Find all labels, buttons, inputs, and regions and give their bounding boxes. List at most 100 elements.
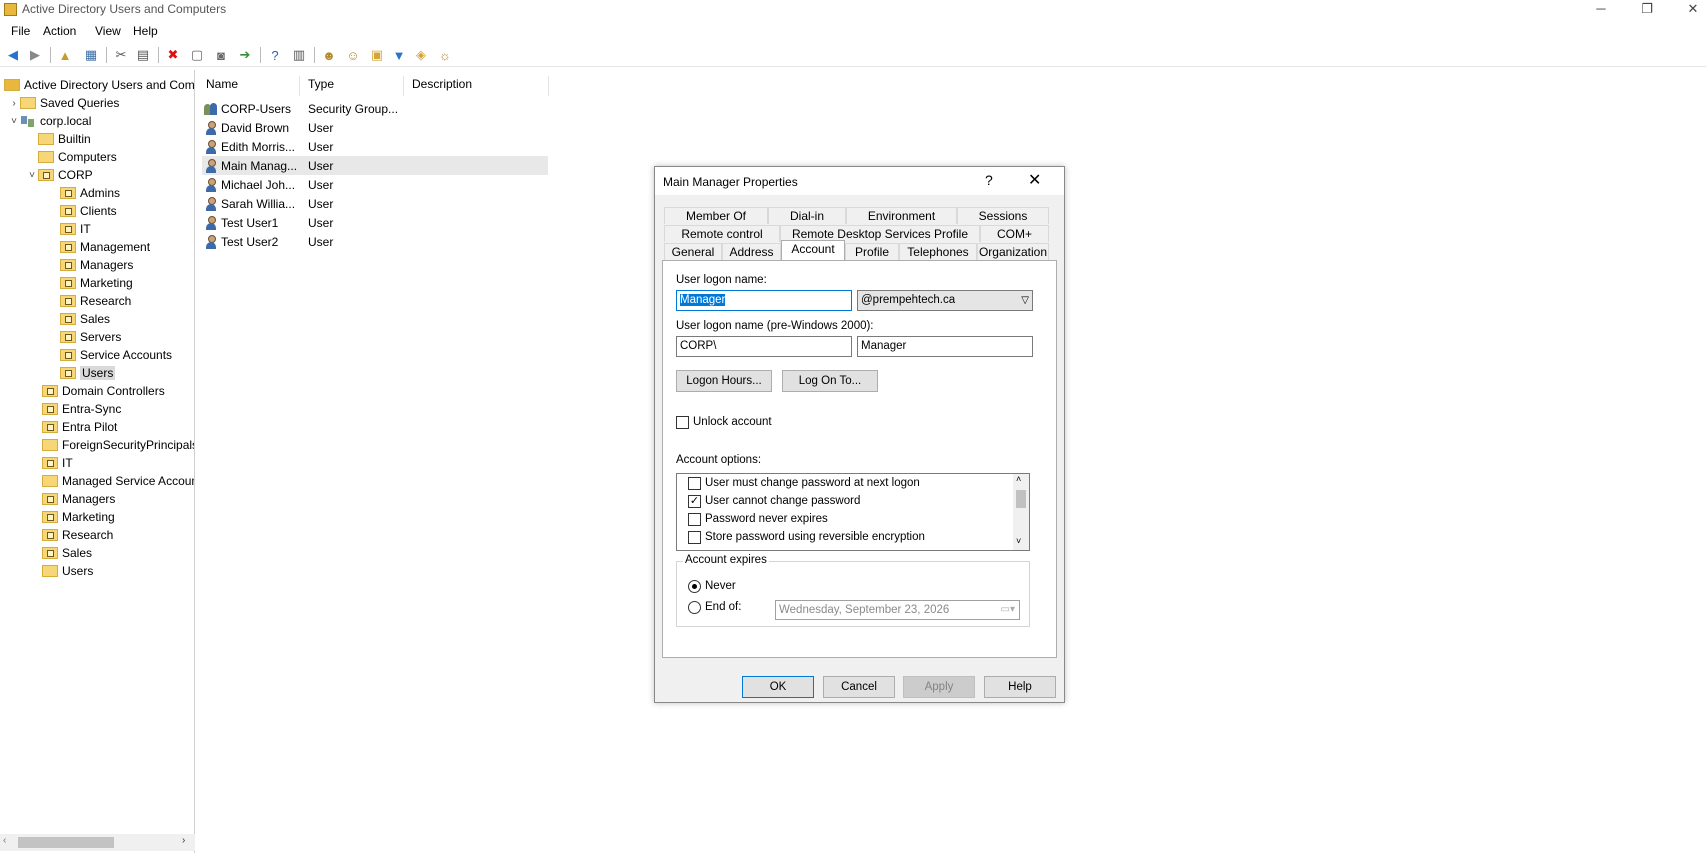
cut-icon[interactable]: ✂ bbox=[112, 46, 130, 64]
option-checkbox[interactable] bbox=[688, 477, 701, 490]
tree-item-sales-root[interactable]: Sales bbox=[42, 544, 92, 562]
help-icon[interactable]: ? bbox=[985, 172, 993, 188]
menu-file[interactable]: File bbox=[11, 24, 30, 38]
pre2000-domain-field[interactable]: CORP\ bbox=[676, 336, 852, 357]
upn-suffix-select[interactable]: @prempehtech.ca ▽ bbox=[857, 290, 1033, 311]
chevron-down-icon[interactable]: ˅ bbox=[8, 116, 20, 127]
tree-item-users-root[interactable]: Users bbox=[42, 562, 93, 580]
tree-item-managers[interactable]: Managers bbox=[60, 256, 133, 274]
list-row[interactable]: Edith Morris... User bbox=[202, 137, 548, 156]
tab-general[interactable]: General bbox=[664, 243, 722, 260]
find-icon[interactable]: ◈ bbox=[412, 46, 430, 64]
tab-account[interactable]: Account bbox=[781, 240, 845, 260]
cancel-button[interactable]: Cancel bbox=[823, 676, 895, 698]
tree-item-entra-pilot[interactable]: Entra Pilot bbox=[42, 418, 117, 436]
tree-item-research[interactable]: Research bbox=[60, 292, 131, 310]
close-window-button[interactable]: ✕ bbox=[1670, 0, 1706, 20]
new-ou-icon[interactable]: ▣ bbox=[368, 46, 386, 64]
logon-hours-button[interactable]: Logon Hours... bbox=[676, 370, 772, 392]
tree-item-entra-sync[interactable]: Entra-Sync bbox=[42, 400, 121, 418]
menu-help[interactable]: Help bbox=[133, 24, 158, 38]
help-button[interactable]: Help bbox=[984, 676, 1056, 698]
tab-telephones[interactable]: Telephones bbox=[899, 243, 977, 260]
list-row[interactable]: Test User2 User bbox=[202, 232, 548, 251]
option-checkbox[interactable] bbox=[688, 531, 701, 544]
tree-item-management[interactable]: Management bbox=[60, 238, 150, 256]
end-of-date-picker[interactable]: Wednesday, September 23, 2026 ▭▾ bbox=[775, 600, 1020, 620]
apply-button[interactable]: Apply bbox=[903, 676, 975, 698]
log-on-to-button[interactable]: Log On To... bbox=[782, 370, 878, 392]
scroll-up-icon[interactable]: ˄ bbox=[1016, 474, 1021, 484]
tree-item-foreign-security-principals[interactable]: ForeignSecurityPrincipals bbox=[42, 436, 194, 454]
menu-view[interactable]: View bbox=[95, 24, 121, 38]
tree-item-computers[interactable]: Computers bbox=[38, 148, 117, 166]
close-icon[interactable]: ✕ bbox=[1028, 170, 1041, 190]
add-to-group-icon[interactable]: ☼ bbox=[436, 46, 454, 64]
tree-item-managed-service-accounts[interactable]: Managed Service Accoun bbox=[42, 472, 194, 490]
tree-item-saved-queries[interactable]: › Saved Queries bbox=[8, 94, 119, 112]
minimize-button[interactable]: ─ bbox=[1578, 0, 1624, 20]
end-of-radio[interactable] bbox=[688, 601, 701, 614]
tab-dial-in[interactable]: Dial-in bbox=[768, 207, 846, 224]
tree-item-it[interactable]: IT bbox=[60, 220, 91, 238]
tree-item-marketing-root[interactable]: Marketing bbox=[42, 508, 115, 526]
show-console-tree-icon[interactable]: ▦ bbox=[82, 46, 100, 64]
tree-item-clients[interactable]: Clients bbox=[60, 202, 117, 220]
filter-icon[interactable]: ▼ bbox=[390, 46, 408, 64]
list-row[interactable]: CORP-Users Security Group... bbox=[202, 99, 548, 118]
list-row-selected[interactable]: Main Manag... User bbox=[202, 156, 548, 175]
scroll-left-icon[interactable]: ‹ bbox=[3, 835, 6, 846]
tab-environment[interactable]: Environment bbox=[846, 207, 957, 224]
column-header-type[interactable]: Type bbox=[300, 76, 404, 96]
tree-item-domain[interactable]: ˅ corp.local bbox=[8, 112, 91, 130]
column-header-name[interactable]: Name bbox=[198, 76, 300, 96]
tree-item-admins[interactable]: Admins bbox=[60, 184, 120, 202]
properties-icon[interactable]: ▢ bbox=[188, 46, 206, 64]
copy-icon[interactable]: ▤ bbox=[134, 46, 152, 64]
never-radio[interactable] bbox=[688, 580, 701, 593]
tree-item-marketing[interactable]: Marketing bbox=[60, 274, 133, 292]
list-row[interactable]: Test User1 User bbox=[202, 213, 548, 232]
new-user-icon[interactable]: ☻ bbox=[320, 46, 338, 64]
help-icon[interactable]: ? bbox=[266, 46, 284, 64]
tree-item-managers-root[interactable]: Managers bbox=[42, 490, 115, 508]
export-list-icon[interactable]: ➔ bbox=[236, 46, 254, 64]
pre2000-name-input[interactable]: Manager bbox=[857, 336, 1033, 357]
forward-icon[interactable]: ▶ bbox=[26, 46, 44, 64]
chevron-right-icon[interactable]: › bbox=[8, 98, 20, 109]
tree-root[interactable]: Active Directory Users and Com bbox=[4, 76, 194, 94]
scroll-down-icon[interactable]: ˅ bbox=[1016, 536, 1021, 546]
account-options-list[interactable]: User must change password at next logon … bbox=[676, 473, 1030, 551]
tree-item-builtin[interactable]: Builtin bbox=[38, 130, 91, 148]
option-checkbox[interactable] bbox=[688, 513, 701, 526]
ok-button[interactable]: OK bbox=[742, 676, 814, 698]
tab-organization[interactable]: Organization bbox=[977, 243, 1049, 260]
menu-action[interactable]: Action bbox=[43, 24, 76, 38]
logon-name-input[interactable]: Manager bbox=[676, 290, 852, 311]
tree-item-corp-users[interactable]: Users bbox=[60, 364, 116, 382]
tab-com-plus[interactable]: COM+ bbox=[980, 225, 1049, 242]
tab-member-of[interactable]: Member Of bbox=[664, 207, 768, 224]
scrollbar-thumb[interactable] bbox=[1016, 490, 1026, 508]
tab-remote-control[interactable]: Remote control bbox=[664, 225, 780, 242]
tree-item-sales[interactable]: Sales bbox=[60, 310, 110, 328]
tree-horizontal-scrollbar[interactable]: ‹ › bbox=[0, 834, 195, 851]
list-row[interactable]: Michael Joh... User bbox=[202, 175, 548, 194]
tab-sessions[interactable]: Sessions bbox=[957, 207, 1049, 224]
options-scrollbar[interactable]: ˄ ˅ bbox=[1013, 474, 1029, 550]
column-header-description[interactable]: Description bbox=[404, 76, 549, 96]
tree-item-it-root[interactable]: IT bbox=[42, 454, 73, 472]
console-view-icon[interactable]: ▥ bbox=[290, 46, 308, 64]
tree-item-domain-controllers[interactable]: Domain Controllers bbox=[42, 382, 165, 400]
scrollbar-thumb[interactable] bbox=[18, 837, 114, 848]
back-icon[interactable]: ◀ bbox=[4, 46, 22, 64]
list-row[interactable]: David Brown User bbox=[202, 118, 548, 137]
tree-item-corp[interactable]: ˅ CORP bbox=[26, 166, 93, 184]
list-row[interactable]: Sarah Willia... User bbox=[202, 194, 548, 213]
tree-item-service-accounts[interactable]: Service Accounts bbox=[60, 346, 172, 364]
option-checkbox-checked[interactable]: ✓ bbox=[688, 495, 701, 508]
tab-profile[interactable]: Profile bbox=[845, 243, 899, 260]
restore-button[interactable]: ❐ bbox=[1624, 0, 1670, 20]
chevron-down-icon[interactable]: ˅ bbox=[26, 170, 38, 181]
tab-address[interactable]: Address bbox=[722, 243, 781, 260]
